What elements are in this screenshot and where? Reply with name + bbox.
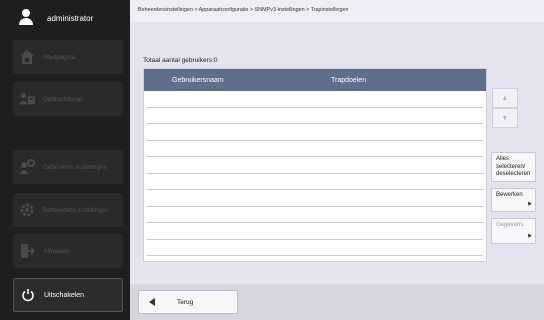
caret-right-icon: ▶	[528, 232, 532, 239]
table-row[interactable]	[147, 174, 483, 190]
details-label: Gegevens.	[496, 222, 526, 228]
table-row[interactable]	[147, 190, 483, 207]
total-users-label: Totaal aantal gebruikers:0	[143, 57, 218, 64]
arrow-down-icon: ▼	[501, 114, 509, 122]
scroll-down-button[interactable]: ▼	[492, 108, 518, 128]
back-arrow-icon	[149, 298, 155, 306]
arrow-up-icon: ▲	[501, 94, 509, 102]
table-row[interactable]	[147, 108, 483, 124]
caret-right-icon: ▶	[528, 200, 532, 207]
sidebar-item-gebruikers-instellingen[interactable]: Gebruikers instellingen	[13, 150, 123, 184]
user-name: administrator	[47, 13, 94, 23]
sidebar: administrator Startpagina Opdrachtknop G…	[0, 0, 130, 320]
main-panel: Beheerdersinstellingen > Apparaatconfigu…	[130, 0, 544, 320]
table-row[interactable]	[147, 124, 483, 141]
sidebar-item-startpagina[interactable]: Startpagina	[13, 40, 123, 74]
column-header-username: Gebruikersnaam	[172, 76, 224, 84]
sidebar-item-label: Opdrachtknop	[43, 95, 83, 103]
gear-icon	[19, 202, 35, 218]
select-all-label: Alles selecteren/ deselecteren	[496, 156, 531, 177]
table-row[interactable]	[147, 157, 483, 174]
back-button[interactable]: Terug	[138, 290, 238, 314]
table-row[interactable]	[147, 141, 483, 157]
edit-label: Bewerken	[496, 192, 523, 198]
users-table: Gebruikersnaam Trapdoelen	[143, 68, 487, 262]
user-icon	[17, 9, 35, 27]
sidebar-item-opdrachtknop[interactable]: Opdrachtknop	[13, 82, 123, 116]
sidebar-item-afmelden[interactable]: Afmelden	[13, 234, 123, 268]
select-all-button[interactable]: Alles selecteren/ deselecteren	[491, 152, 536, 182]
edit-button[interactable]: Bewerken ▶	[491, 188, 536, 212]
shutdown-button[interactable]: Uitschakelen	[13, 278, 123, 312]
table-row[interactable]	[147, 207, 483, 223]
user-gear-icon	[19, 159, 35, 175]
details-button[interactable]: Gegevens. ▶	[491, 218, 536, 244]
column-header-trap-targets: Trapdoelen	[331, 76, 367, 84]
person-copier-icon	[19, 91, 35, 107]
table-header: Gebruikersnaam Trapdoelen	[144, 69, 486, 91]
sidebar-item-label: Gebruikers instellingen	[43, 163, 108, 171]
sidebar-item-label: Beheerders instellingen	[43, 206, 109, 214]
table-row[interactable]	[147, 91, 483, 108]
sidebar-item-label: Afmelden	[43, 247, 70, 255]
back-label: Terug	[177, 298, 194, 306]
scroll-up-button[interactable]: ▲	[492, 88, 518, 108]
sidebar-item-label: Uitschakelen	[44, 291, 85, 299]
sidebar-item-label: Startpagina	[43, 53, 76, 61]
home-icon	[19, 49, 35, 65]
power-icon	[20, 287, 36, 303]
table-row[interactable]	[147, 240, 483, 256]
user-info: administrator	[7, 4, 123, 32]
table-row[interactable]	[147, 223, 483, 240]
breadcrumb: Beheerdersinstellingen > Apparaatconfigu…	[130, 0, 544, 22]
logout-icon	[19, 243, 35, 259]
sidebar-item-beheerders-instellingen[interactable]: Beheerders instellingen	[13, 193, 123, 227]
